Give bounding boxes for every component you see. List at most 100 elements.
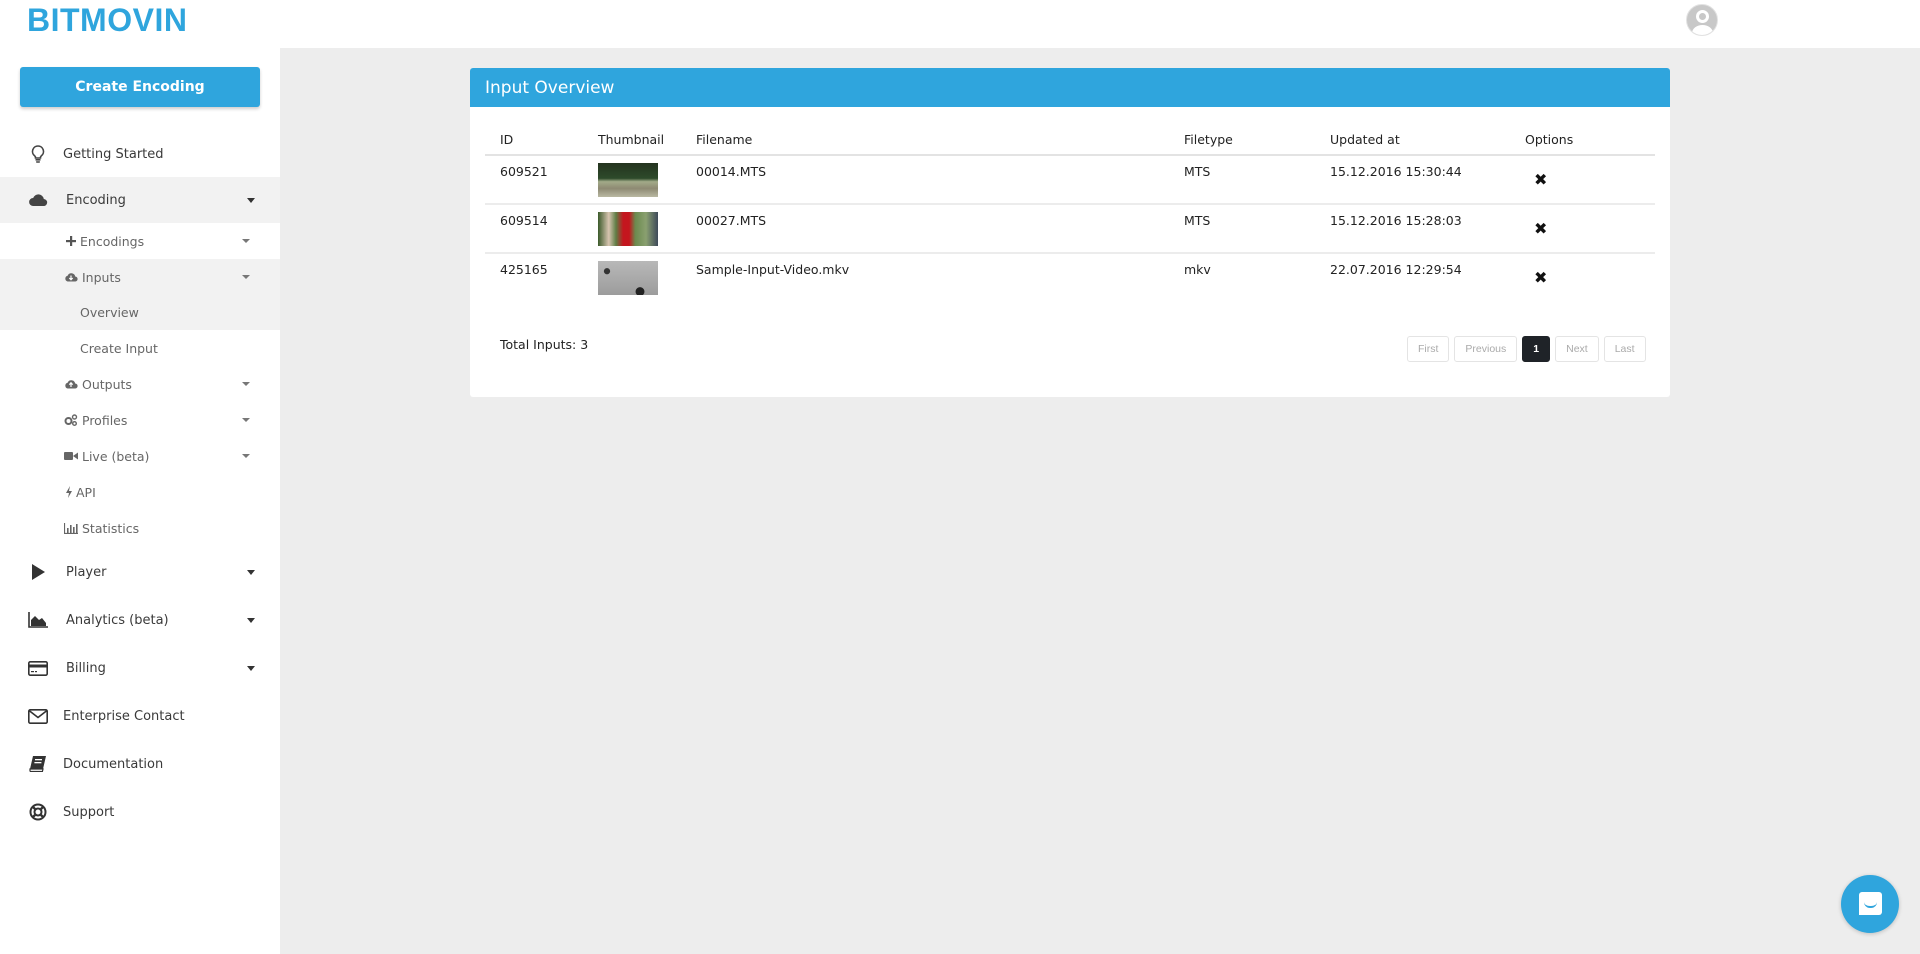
chat-smile xyxy=(1864,902,1877,908)
sidebar-item-label: Documentation xyxy=(63,756,164,772)
sidebar-item-live[interactable]: Live (beta) xyxy=(0,438,280,474)
sidebar-item-label: Support xyxy=(63,804,115,820)
sidebar-item-encodings[interactable]: Encodings xyxy=(0,223,280,259)
sidebar-item-label: Enterprise Contact xyxy=(63,708,185,724)
column-header-thumbnail[interactable]: Thumbnail xyxy=(583,124,681,156)
sidebar-item-inputs[interactable]: Inputs xyxy=(0,259,280,295)
cell-updated-at: 15.12.2016 15:28:03 xyxy=(1315,204,1510,254)
cell-updated-at: 15.12.2016 15:30:44 xyxy=(1315,155,1510,205)
table-row[interactable]: 609514 00027.MTS MTS 15.12.2016 15:28:03… xyxy=(485,204,1655,254)
sidebar-item-label: Encodings xyxy=(80,233,145,249)
cell-id: 425165 xyxy=(500,262,548,277)
chevron-down-icon xyxy=(247,569,255,575)
thumbnail-image[interactable] xyxy=(598,261,658,295)
column-header-id[interactable]: ID xyxy=(485,124,583,156)
column-header-filetype[interactable]: Filetype xyxy=(1169,124,1315,156)
sidebar-item-player[interactable]: Player xyxy=(0,548,280,596)
delete-icon[interactable]: ✖ xyxy=(1534,219,1547,238)
pagination: First Previous 1 Next Last xyxy=(1407,336,1646,362)
page-next-button[interactable]: Next xyxy=(1555,336,1599,362)
delete-icon[interactable]: ✖ xyxy=(1534,170,1547,189)
chevron-down-icon xyxy=(242,239,250,243)
avatar-head xyxy=(1696,10,1709,23)
sidebar-item-label: Getting Started xyxy=(63,146,164,162)
cell-thumbnail xyxy=(583,204,681,254)
total-inputs-count: Total Inputs: 3 xyxy=(500,337,589,352)
column-header-filename[interactable]: Filename xyxy=(681,124,1169,156)
sidebar-item-inputs-overview[interactable]: Overview xyxy=(0,295,280,330)
sidebar-item-api[interactable]: API xyxy=(0,474,280,510)
sidebar-item-profiles[interactable]: Profiles xyxy=(0,402,280,438)
cell-filetype: MTS xyxy=(1169,204,1315,254)
chevron-down-icon xyxy=(242,382,250,386)
sidebar-item-label: Create Input xyxy=(80,340,158,356)
area-chart-icon xyxy=(26,610,50,630)
sidebar-item-label: Player xyxy=(66,564,107,580)
lightbulb-icon xyxy=(26,144,50,164)
chat-icon xyxy=(1859,892,1882,915)
sidebar-item-label: Profiles xyxy=(82,412,128,428)
sidebar-item-documentation[interactable]: Documentation xyxy=(0,740,280,788)
sidebar-item-encoding[interactable]: Encoding xyxy=(0,177,280,223)
cloud-upload-icon xyxy=(64,377,78,391)
sidebar-item-label: Outputs xyxy=(82,376,132,392)
plus-icon xyxy=(64,234,78,248)
sidebar-item-label: Billing xyxy=(66,660,106,676)
cell-thumbnail xyxy=(583,155,681,205)
sidebar-item-billing[interactable]: Billing xyxy=(0,644,280,692)
bitmovin-logo[interactable]: BITMOVIN xyxy=(27,2,187,39)
cogs-icon xyxy=(64,413,78,427)
cell-options: ✖ xyxy=(1510,253,1655,302)
sidebar-item-support[interactable]: Support xyxy=(0,788,280,836)
bolt-icon xyxy=(62,485,76,499)
sidebar-item-getting-started[interactable]: Getting Started xyxy=(0,131,280,177)
sidebar-item-label: Inputs xyxy=(82,269,121,285)
column-header-updated-at[interactable]: Updated at xyxy=(1315,124,1510,156)
thumbnail-image[interactable] xyxy=(598,212,658,246)
book-icon xyxy=(26,754,50,774)
avatar-body xyxy=(1692,25,1713,35)
sidebar-item-label: API xyxy=(76,484,96,500)
cell-id: 609521 xyxy=(485,155,583,205)
sidebar-item-label: Analytics (beta) xyxy=(66,612,169,628)
cell-filename: 00027.MTS xyxy=(681,204,1169,254)
chevron-down-icon xyxy=(247,197,255,203)
sidebar-item-enterprise-contact[interactable]: Enterprise Contact xyxy=(0,692,280,740)
sidebar-item-label: Encoding xyxy=(66,192,126,208)
cell-filetype: MTS xyxy=(1169,155,1315,205)
sidebar-item-analytics[interactable]: Analytics (beta) xyxy=(0,596,280,644)
sidebar-item-label: Overview xyxy=(80,305,139,320)
page-last-button[interactable]: Last xyxy=(1603,336,1646,362)
table-row[interactable]: 609521 00014.MTS MTS 15.12.2016 15:30:44… xyxy=(485,155,1655,205)
user-avatar-icon[interactable] xyxy=(1686,4,1718,36)
page-first-button[interactable]: First xyxy=(1407,336,1450,362)
sidebar: Create Encoding Getting Started Encoding… xyxy=(0,48,280,954)
table-header-row: ID Thumbnail Filename Filetype Updated a… xyxy=(485,124,1655,156)
sidebar-item-create-input[interactable]: Create Input xyxy=(0,330,280,366)
thumbnail-image[interactable] xyxy=(598,163,658,197)
cloud-download-icon xyxy=(64,270,78,284)
sidebar-item-outputs[interactable]: Outputs xyxy=(0,366,280,402)
cell-updated-at: 22.07.2016 12:29:54 xyxy=(1330,262,1462,277)
inputs-table: ID Thumbnail Filename Filetype Updated a… xyxy=(485,124,1655,302)
play-icon xyxy=(26,562,50,582)
chevron-down-icon xyxy=(242,418,250,422)
cloud-icon xyxy=(26,190,50,210)
chevron-down-icon xyxy=(242,275,250,279)
cell-options: ✖ xyxy=(1510,204,1655,254)
life-ring-icon xyxy=(26,802,50,822)
sidebar-item-statistics[interactable]: Statistics xyxy=(0,510,280,546)
input-overview-panel: Input Overview ID Thumbnail Filename Fil… xyxy=(470,68,1670,397)
page-current-button[interactable]: 1 xyxy=(1522,336,1551,362)
delete-icon[interactable]: ✖ xyxy=(1534,268,1547,287)
page-previous-button[interactable]: Previous xyxy=(1454,336,1518,362)
sidebar-item-label: Live (beta) xyxy=(82,448,150,464)
table-row[interactable]: 425165 Sample-Input-Video.mkv mkv 22.07.… xyxy=(485,253,1655,302)
create-encoding-button[interactable]: Create Encoding xyxy=(20,67,260,107)
column-header-options: Options xyxy=(1510,124,1655,156)
panel-title: Input Overview xyxy=(470,68,1670,107)
chat-launcher-button[interactable] xyxy=(1841,875,1899,933)
bar-chart-icon xyxy=(64,521,78,535)
envelope-icon xyxy=(26,706,50,726)
cell-filename: Sample-Input-Video.mkv xyxy=(696,262,850,277)
